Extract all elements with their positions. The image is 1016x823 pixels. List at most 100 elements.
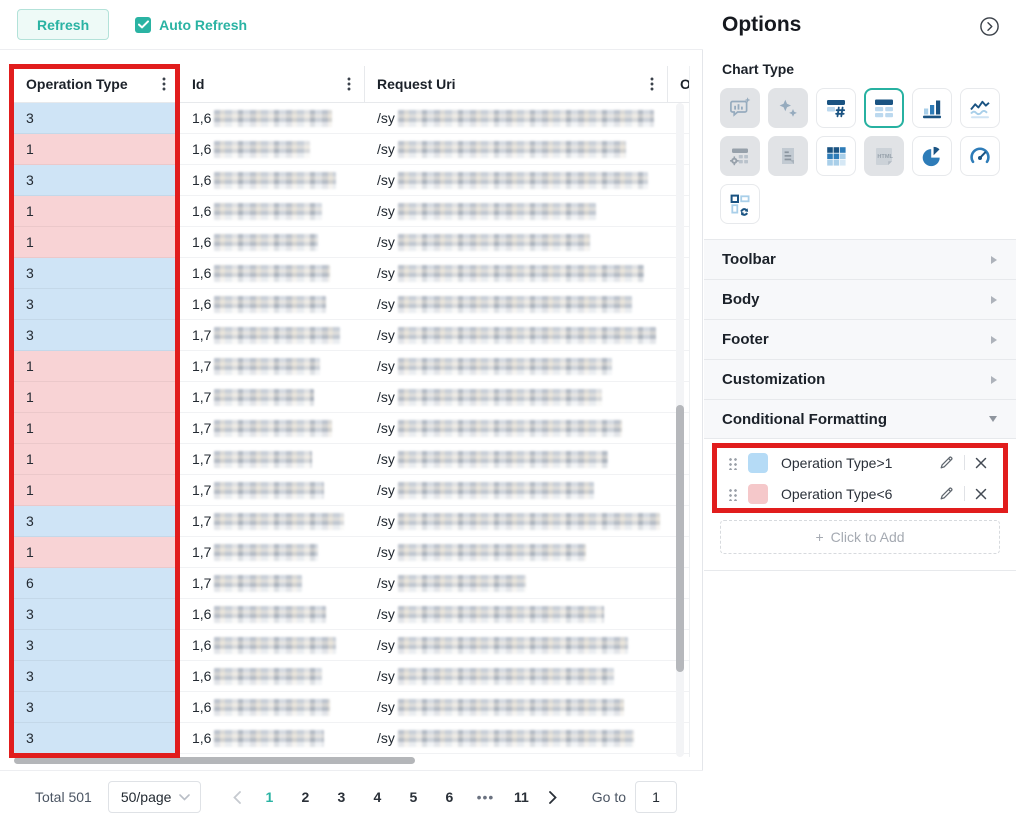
options-header: Options [704, 0, 1016, 37]
cell-request-uri: /sy [365, 103, 668, 134]
cell-id: 1,6 [180, 630, 365, 661]
id-mosaic [214, 451, 312, 468]
id-prefix: 1,7 [192, 544, 211, 560]
pencil-icon [939, 455, 954, 470]
uri-prefix: /sy [377, 451, 395, 467]
pagination-bar: Total 501 50/page 123456•••11 Go to [0, 770, 703, 823]
table-row: 1 1,6 /sy [14, 196, 689, 227]
refresh-button[interactable]: Refresh [17, 9, 109, 40]
page-list: 123456•••11 [251, 782, 539, 812]
chart-type-matrix-button[interactable] [816, 136, 856, 176]
id-prefix: 1,6 [192, 606, 211, 622]
plus-icon: + [815, 529, 823, 545]
column-menu-icon[interactable] [155, 74, 173, 94]
edit-rule-button[interactable] [936, 452, 957, 473]
vertical-scrollbar-thumb[interactable] [676, 405, 684, 672]
cell-request-uri: /sy [365, 258, 668, 289]
section-footer[interactable]: Footer [704, 319, 1016, 359]
id-prefix: 1,6 [192, 172, 211, 188]
chart-type-ai-chat-button[interactable] [720, 88, 760, 128]
chart-type-number-table-button[interactable] [816, 88, 856, 128]
rule-label: Operation Type<6 [781, 486, 936, 502]
cell-request-uri: /sy [365, 227, 668, 258]
id-prefix: 1,7 [192, 327, 211, 343]
next-page-button[interactable] [539, 782, 567, 812]
chevron-down-icon [179, 794, 190, 801]
edit-rule-button[interactable] [936, 483, 957, 504]
svg-text:HTML: HTML [877, 154, 893, 160]
goto-page-input[interactable] [635, 781, 677, 813]
prev-page-button[interactable] [223, 782, 251, 812]
chart-type-gauge-button[interactable] [960, 136, 1000, 176]
id-prefix: 1,7 [192, 389, 211, 405]
uri-mosaic [398, 668, 614, 685]
auto-refresh-checkbox[interactable] [135, 17, 151, 33]
section-conditional-formatting[interactable]: Conditional Formatting [704, 399, 1016, 439]
horizontal-scrollbar-thumb[interactable] [14, 757, 415, 764]
cell-id: 1,6 [180, 103, 365, 134]
collapse-panel-icon[interactable] [979, 16, 1000, 37]
chart-type-ai-sparkles-button[interactable] [768, 88, 808, 128]
cell-request-uri: /sy [365, 382, 668, 413]
column-menu-icon[interactable] [340, 74, 358, 94]
cell-request-uri: /sy [365, 444, 668, 475]
section-customization[interactable]: Customization [704, 359, 1016, 399]
table-row: 1 1,7 /sy [14, 382, 689, 413]
chart-type-layout-swap-button[interactable] [720, 184, 760, 224]
column-header-label: Id [192, 76, 204, 92]
auto-refresh-toggle[interactable]: Auto Refresh [135, 17, 247, 33]
chart-type-pie-chart-button[interactable] [912, 136, 952, 176]
panel-title: Options [722, 13, 801, 37]
uri-mosaic [398, 482, 594, 499]
column-header-label: Operation Type [26, 76, 128, 92]
id-mosaic [214, 110, 332, 127]
section-body[interactable]: Body [704, 279, 1016, 319]
id-mosaic [214, 699, 330, 716]
horizontal-scrollbar[interactable] [14, 757, 690, 765]
page-number[interactable]: 6 [434, 782, 464, 812]
delete-rule-button[interactable] [972, 485, 990, 503]
uri-prefix: /sy [377, 513, 395, 529]
delete-rule-button[interactable] [972, 454, 990, 472]
chart-type-html-button[interactable]: HTML [864, 136, 904, 176]
uri-mosaic [398, 141, 626, 158]
page-number[interactable]: 4 [362, 782, 392, 812]
uri-mosaic [398, 513, 660, 530]
chart-type-data-table-button[interactable] [864, 88, 904, 128]
id-mosaic [214, 482, 324, 499]
page-number[interactable]: 3 [326, 782, 356, 812]
vertical-scrollbar[interactable] [676, 103, 684, 757]
column-menu-icon[interactable] [643, 74, 661, 94]
id-mosaic [214, 513, 344, 530]
cell-request-uri: /sy [365, 413, 668, 444]
chart-type-bar-chart-button[interactable] [912, 88, 952, 128]
id-prefix: 1,6 [192, 110, 211, 126]
page-number[interactable]: 11 [506, 782, 536, 812]
chart-type-document-button[interactable] [768, 136, 808, 176]
chart-type-line-chart-button[interactable] [960, 88, 1000, 128]
add-rule-button[interactable]: + Click to Add [720, 520, 1000, 554]
cell-id: 1,6 [180, 692, 365, 723]
cell-request-uri: /sy [365, 475, 668, 506]
cell-operation-type: 1 [14, 351, 180, 382]
page-number[interactable]: 5 [398, 782, 428, 812]
table-row: 1 1,7 /sy [14, 444, 689, 475]
options-panel: Options Chart Type [704, 0, 1016, 823]
uri-mosaic [398, 358, 612, 375]
page-number[interactable]: 2 [290, 782, 320, 812]
drag-handle-icon[interactable] [728, 456, 737, 470]
page-number[interactable]: 1 [254, 782, 284, 812]
cell-operation-type: 3 [14, 320, 180, 351]
chart-type-table-settings-button[interactable] [720, 136, 760, 176]
id-mosaic [214, 296, 326, 313]
drag-handle-icon[interactable] [728, 487, 737, 501]
cell-request-uri: /sy [365, 568, 668, 599]
page-size-select[interactable]: 50/page [108, 781, 202, 813]
page-number[interactable]: ••• [470, 782, 500, 812]
section-toolbar[interactable]: Toolbar [704, 239, 1016, 279]
cell-request-uri: /sy [365, 506, 668, 537]
cell-operation-type: 3 [14, 165, 180, 196]
id-mosaic [214, 358, 320, 375]
cell-operation-type: 3 [14, 661, 180, 692]
close-icon [975, 457, 987, 469]
